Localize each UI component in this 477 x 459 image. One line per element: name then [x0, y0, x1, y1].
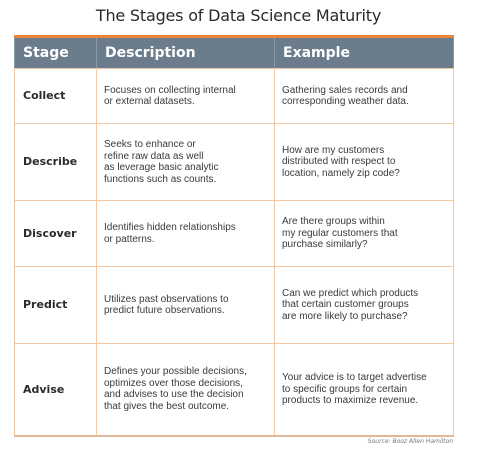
page-title: The Stages of Data Science Maturity [95, 6, 382, 25]
table-row: Advise Defines your possible decisions, … [14, 343, 454, 437]
example-cell: Are there groups within my regular custo… [274, 200, 454, 267]
description-cell: Defines your possible decisions, optimiz… [96, 343, 275, 437]
example-cell: Your advice is to target advertise to sp… [274, 343, 454, 437]
stage-cell: Predict [14, 266, 97, 344]
stage-cell: Advise [14, 343, 97, 437]
table-row: Collect Focuses on collecting internal o… [14, 68, 454, 124]
example-cell: Gathering sales records and correspondin… [274, 68, 454, 124]
table-row: Predict Utilizes past observations to pr… [14, 266, 454, 344]
stage-cell: Describe [14, 123, 97, 201]
table-row: Discover Identifies hidden relationships… [14, 200, 454, 267]
column-header-example: Example [274, 35, 454, 69]
source-credit: Source: Booz Allen Hamilton [367, 438, 453, 445]
maturity-table: Stage Description Example Collect Focuse… [14, 35, 454, 437]
stage-cell: Collect [14, 68, 97, 124]
table-header-row: Stage Description Example [14, 35, 454, 69]
example-cell: How are my customers distributed with re… [274, 123, 454, 201]
table-row: Describe Seeks to enhance or refine raw … [14, 123, 454, 201]
stage-cell: Discover [14, 200, 97, 267]
column-header-description: Description [96, 35, 275, 69]
example-cell: Can we predict which products that certa… [274, 266, 454, 344]
description-cell: Utilizes past observations to predict fu… [96, 266, 275, 344]
description-cell: Identifies hidden relationships or patte… [96, 200, 275, 267]
description-cell: Focuses on collecting internal or extern… [96, 68, 275, 124]
column-header-stage: Stage [14, 35, 97, 69]
description-cell: Seeks to enhance or refine raw data as w… [96, 123, 275, 201]
